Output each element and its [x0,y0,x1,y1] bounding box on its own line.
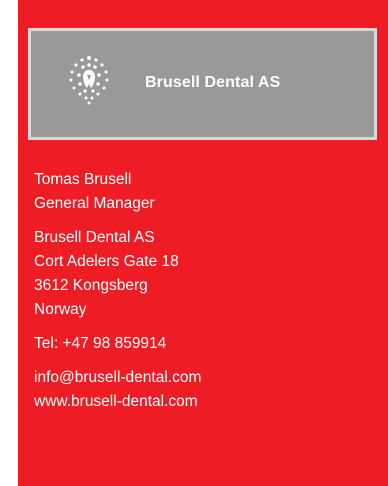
website-link[interactable]: www.brusell-dental.com [34,390,201,414]
address-street: Cort Adelers Gate 18 [34,253,179,270]
person-name: Tomas Brusell [34,171,132,188]
address-country: Norway [34,301,87,318]
address-city: 3612 Kongsberg [34,277,148,294]
person-block: Tomas Brusell General Manager [34,168,201,216]
phone-block: Tel: +47 98 859914 [34,332,201,356]
address-company: Brusell Dental AS [34,229,155,246]
email-link[interactable]: info@brusell-dental.com [34,366,201,390]
address-block: Brusell Dental AS Cort Adelers Gate 18 3… [34,226,201,322]
business-card: Brusell Dental AS Tomas Brusell General … [18,0,388,486]
contact-details: Tomas Brusell General Manager Brusell De… [34,168,201,414]
company-logo-banner: Brusell Dental AS [28,28,377,140]
logo-company-name: Brusell Dental AS [145,74,281,91]
online-block: info@brusell-dental.com www.brusell-dent… [34,366,201,414]
phone-number[interactable]: Tel: +47 98 859914 [34,332,201,356]
dental-emblem-icon [69,56,109,105]
person-title: General Manager [34,195,155,212]
